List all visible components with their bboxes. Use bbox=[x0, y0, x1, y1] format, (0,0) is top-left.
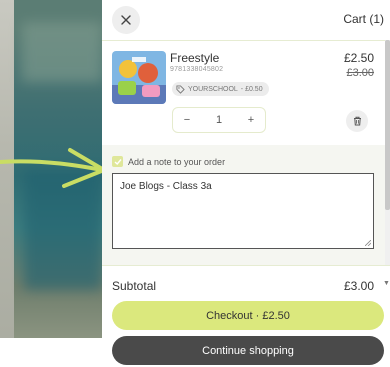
product-isbn: 9781338045802 bbox=[170, 66, 224, 73]
discount-badge: YOURSCHOOL - £0.50 bbox=[172, 82, 269, 96]
checkout-button[interactable]: Checkout · £2.50 bbox=[112, 301, 384, 330]
order-note-text: Joe Blogs - Class 3a bbox=[120, 181, 212, 192]
product-original-price: £3.00 bbox=[346, 67, 374, 79]
checkmark-icon bbox=[114, 158, 122, 165]
product-title[interactable]: Freestyle bbox=[170, 51, 219, 65]
cart-drawer: Cart (1) Freestyle 9781338045802 £2.50 £… bbox=[102, 0, 390, 367]
decrease-quantity-button[interactable]: − bbox=[173, 114, 201, 126]
order-note-section: Add a note to your order Joe Blogs - Cla… bbox=[102, 145, 390, 265]
annotation-arrow-icon bbox=[0, 148, 106, 188]
resize-handle-icon[interactable] bbox=[365, 240, 371, 246]
tag-icon bbox=[176, 84, 185, 94]
quantity-stepper: − 1 + bbox=[172, 107, 266, 133]
close-button[interactable] bbox=[112, 6, 140, 34]
background-bottom bbox=[0, 338, 102, 367]
cart-footer: Subtotal £3.00 Checkout · £2.50 Continue… bbox=[102, 265, 390, 367]
product-price: £2.50 bbox=[343, 51, 374, 65]
order-note-textarea[interactable]: Joe Blogs - Class 3a bbox=[112, 173, 374, 249]
discount-code: YOURSCHOOL bbox=[188, 85, 238, 93]
close-icon bbox=[121, 15, 131, 25]
remove-item-button[interactable] bbox=[346, 110, 368, 132]
order-note-checkbox[interactable] bbox=[112, 156, 123, 167]
continue-shopping-button[interactable]: Continue shopping bbox=[112, 336, 384, 365]
quantity-value[interactable]: 1 bbox=[205, 114, 233, 126]
subtotal-value: £3.00 bbox=[343, 279, 374, 293]
cart-scrollbar[interactable] bbox=[385, 40, 390, 265]
product-thumbnail[interactable] bbox=[112, 51, 166, 104]
footer-divider bbox=[102, 265, 390, 266]
header-divider bbox=[102, 40, 390, 41]
trash-icon bbox=[353, 116, 361, 126]
cart-title: Cart (1) bbox=[343, 12, 384, 26]
scroll-down-icon[interactable]: ▼ bbox=[383, 280, 390, 287]
order-note-label: Add a note to your order bbox=[128, 157, 226, 167]
background-blob bbox=[22, 22, 102, 82]
discount-amount: - £0.50 bbox=[240, 85, 263, 93]
increase-quantity-button[interactable]: + bbox=[237, 114, 265, 126]
subtotal-label: Subtotal bbox=[112, 279, 157, 293]
scrollbar-thumb[interactable] bbox=[385, 40, 390, 210]
